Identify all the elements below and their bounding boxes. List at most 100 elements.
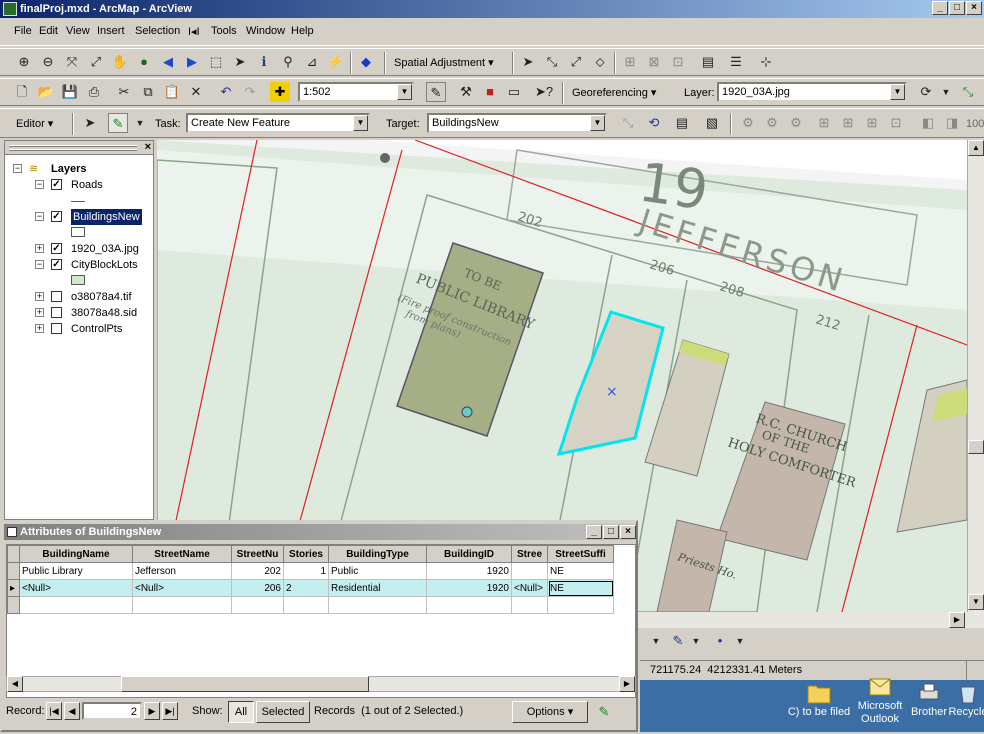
modify-link-icon[interactable]: ⤢ (566, 52, 586, 72)
select-arrow-icon[interactable]: ➤ (518, 52, 538, 72)
cell[interactable]: 202 (231, 562, 284, 580)
expand-icon[interactable]: + (35, 308, 44, 317)
chevron-down-icon[interactable]: ▼ (686, 631, 706, 651)
layer-visibility-checkbox[interactable]: ✓ (51, 179, 62, 190)
collapse-icon[interactable]: − (13, 164, 22, 173)
menu-edit[interactable]: Edit (39, 25, 58, 37)
prev-record-icon[interactable]: ◀ (64, 702, 80, 720)
row-selector-current-icon[interactable]: ▸ (7, 579, 20, 597)
cell[interactable] (511, 562, 548, 580)
snap-prev-icon[interactable]: ◧ (918, 113, 938, 133)
cut-icon[interactable]: ✂ (114, 82, 134, 102)
col-header[interactable]: BuildingID (426, 545, 512, 563)
back-extent-icon[interactable]: ◀ (158, 52, 178, 72)
layer-visibility-checkbox[interactable]: ✓ (51, 211, 62, 222)
select-features-icon[interactable]: ⬚ (206, 52, 226, 72)
hyperlink-icon[interactable]: ⚡ (326, 52, 346, 72)
collapse-icon[interactable]: − (35, 180, 44, 189)
toolbox-red-icon[interactable]: ■ (480, 82, 500, 102)
sketch-tool-icon[interactable]: ✎ (108, 113, 128, 133)
new-displacement-link-icon[interactable]: ⤡ (542, 52, 562, 72)
validate-area-icon[interactable]: ⊞ (862, 113, 882, 133)
new-document-icon[interactable]: 🗋 (12, 82, 32, 102)
editor-menu[interactable]: Editor ▾ (12, 113, 57, 135)
multi-displacement-icon[interactable]: ⬦ (590, 52, 610, 72)
collapse-icon[interactable]: − (35, 260, 44, 269)
cell[interactable]: 1920 (426, 562, 512, 580)
line-color-icon[interactable]: ✎ (668, 631, 688, 651)
identify-icon[interactable]: ℹ (254, 52, 274, 72)
print-icon[interactable]: ⎙ (84, 82, 104, 102)
validate-extent-icon[interactable]: ⊞ (838, 113, 858, 133)
save-icon[interactable]: 💾 (60, 82, 80, 102)
menu-insert[interactable]: Insert (97, 25, 125, 37)
first-record-icon[interactable]: |◀ (46, 702, 62, 720)
split-tool-icon[interactable]: ⤡ (618, 113, 638, 133)
identity-link-icon[interactable]: ⊡ (668, 52, 688, 72)
diamond-tool-icon[interactable]: ◆ (356, 52, 376, 72)
scroll-right-icon[interactable]: ▶ (949, 612, 965, 628)
options-button[interactable]: Options ▾ (512, 701, 588, 723)
row-selector[interactable] (7, 596, 20, 614)
chevron-down-icon[interactable]: ▼ (590, 115, 605, 131)
expand-icon[interactable]: + (35, 324, 44, 333)
maximize-button[interactable]: □ (949, 1, 965, 15)
command-line-icon[interactable]: ▭ (504, 82, 524, 102)
shared-features-icon[interactable]: ⊞ (814, 113, 834, 133)
fixed-zoom-in-icon[interactable]: ⤧ (62, 52, 82, 72)
layer-visibility-checkbox[interactable] (51, 291, 62, 302)
cell[interactable]: Jefferson (132, 562, 232, 580)
cell[interactable]: NE (547, 562, 614, 580)
adjust-icon[interactable]: ☰ (726, 52, 746, 72)
snap-next-icon[interactable]: ◨ (942, 113, 962, 133)
cell[interactable]: Public Library (19, 562, 133, 580)
attributes-icon[interactable]: ▤ (672, 113, 692, 133)
add-control-points-icon[interactable]: ⤡ (958, 82, 978, 102)
col-header[interactable]: StreetSuffi (547, 545, 614, 563)
table-row-selected[interactable]: ▸ <Null> <Null> 206 2 Residential 1920 <… (7, 579, 614, 597)
scroll-thumb[interactable] (968, 440, 984, 454)
georef-layer-combo[interactable]: 1920_03A.jpg ▼ (717, 82, 907, 102)
attr-minimize-button[interactable]: _ (586, 525, 602, 539)
cell[interactable]: <Null> (19, 579, 133, 597)
open-folder-icon[interactable]: 📂 (36, 82, 56, 102)
table-row[interactable]: Public Library Jefferson 202 1 Public 19… (7, 562, 614, 580)
cell[interactable]: 206 (231, 579, 284, 597)
scroll-up-icon[interactable]: ▲ (968, 140, 984, 156)
fixed-zoom-out-icon[interactable]: ⤢ (86, 52, 106, 72)
arctoolbox-icon[interactable]: ⚒ (456, 82, 476, 102)
record-number-field[interactable]: 2 (82, 702, 142, 720)
table-row-new[interactable] (7, 596, 614, 614)
tools-menu-icon[interactable]: I◂I (188, 25, 200, 38)
desktop-icon-recycle[interactable]: Recycle (948, 682, 984, 718)
desktop-icon-brother[interactable]: Brother (906, 682, 952, 718)
spatial-adjustment-menu[interactable]: Spatial Adjustment ▾ (390, 52, 498, 74)
cell[interactable]: <Null> (511, 579, 548, 597)
layer-visibility-checkbox[interactable]: ✓ (51, 243, 62, 254)
menu-file[interactable]: File (14, 25, 32, 37)
layer-visibility-checkbox[interactable]: ✓ (51, 259, 62, 270)
target-combo[interactable]: BuildingsNew ▼ (427, 113, 607, 133)
find-icon[interactable]: ⚲ (278, 52, 298, 72)
chevron-down-icon[interactable]: ▼ (890, 84, 905, 100)
link-table-icon[interactable]: ▤ (698, 52, 718, 72)
georeferencing-menu[interactable]: Georeferencing ▾ (568, 82, 660, 104)
copy-icon[interactable]: ⧉ (138, 82, 158, 102)
cell[interactable]: 1 (283, 562, 329, 580)
expand-icon[interactable]: + (35, 244, 44, 253)
attr-close-button[interactable]: × (620, 525, 636, 539)
topology-icon[interactable]: ⚙ (738, 113, 758, 133)
col-header[interactable]: Stories (283, 545, 329, 563)
map-scale-combo[interactable]: 1:502 ▼ (298, 82, 414, 102)
chevron-down-icon[interactable]: ▼ (353, 115, 368, 131)
close-button[interactable]: × (966, 1, 982, 15)
marker-color-icon[interactable]: • (710, 631, 730, 651)
toc-close-icon[interactable]: × (145, 141, 151, 153)
scroll-down-icon[interactable]: ▼ (968, 594, 984, 610)
menu-tools[interactable]: Tools (211, 25, 237, 37)
delete-icon[interactable]: ✕ (186, 82, 206, 102)
minimize-button[interactable]: _ (932, 1, 948, 15)
desktop-icon-outlook[interactable]: Microsoft Outlook (850, 676, 910, 726)
forward-extent-icon[interactable]: ▶ (182, 52, 202, 72)
cell[interactable]: 1920 (426, 579, 512, 597)
